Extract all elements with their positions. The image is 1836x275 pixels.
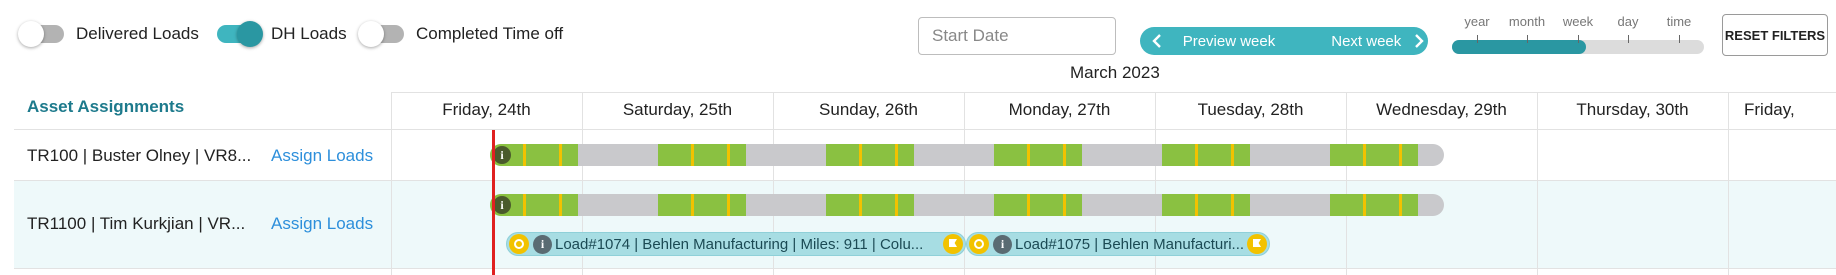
dh-timeline-bar[interactable]: i	[490, 144, 1444, 166]
previous-week-button[interactable]: Preview week	[1183, 33, 1276, 50]
day-header: Friday,	[1744, 100, 1795, 119]
month-title: March 2023	[1070, 63, 1160, 82]
day-header: Tuesday, 28th	[1197, 100, 1304, 119]
day-header: Friday, 24th	[442, 100, 531, 119]
toggle-switch[interactable]	[217, 21, 263, 47]
load-bar[interactable]: i Load#1075 | Behlen Manufacturi...	[966, 232, 1270, 256]
day-header: Wednesday, 29th	[1376, 100, 1507, 119]
zoom-option-week[interactable]: week	[1563, 14, 1593, 29]
reset-filters-button[interactable]: RESET FILTERS	[1722, 14, 1828, 56]
next-week-button[interactable]: Next week	[1331, 33, 1401, 50]
day-header: Sunday, 26th	[819, 100, 918, 119]
week-navigation: Preview week Next week	[1140, 27, 1428, 55]
load-label: Load#1074 | Behlen Manufacturing | Miles…	[555, 236, 924, 253]
toggle-switch[interactable]	[358, 21, 404, 47]
zoom-option-year[interactable]: year	[1464, 14, 1489, 29]
asset-row-name: TR1100 | Tim Kurkjian | VR...	[27, 214, 246, 233]
info-icon[interactable]: i	[493, 146, 511, 164]
dh-timeline-bar[interactable]: i	[490, 194, 1444, 216]
toggle-completed-time-off[interactable]: Completed Time off	[358, 21, 564, 47]
day-header: Thursday, 30th	[1576, 100, 1689, 119]
load-label: Load#1075 | Behlen Manufacturi...	[1015, 236, 1245, 253]
assign-loads-link[interactable]: Assign Loads	[271, 214, 373, 234]
asset-row-name: TR100 | Buster Olney | VR8...	[27, 146, 252, 165]
flag-icon	[1247, 234, 1267, 254]
day-header: Saturday, 25th	[622, 100, 733, 119]
toggle-dh-loads[interactable]: DH Loads	[217, 21, 347, 47]
asset-assignments-header: Asset Assignments	[27, 97, 185, 116]
zoom-slider[interactable]: year month week day time	[1452, 14, 1704, 56]
toggle-label: DH Loads	[271, 24, 347, 43]
info-icon[interactable]: i	[493, 196, 511, 214]
zoom-track[interactable]	[1452, 35, 1704, 54]
zoom-option-month[interactable]: month	[1509, 14, 1545, 29]
day-header: Monday, 27th	[1008, 100, 1111, 119]
chevron-left-icon[interactable]	[1148, 31, 1167, 51]
zoom-option-day[interactable]: day	[1618, 14, 1639, 29]
toggle-delivered-loads[interactable]: Delivered Loads	[18, 21, 199, 47]
current-time-indicator	[492, 130, 495, 275]
load-bar[interactable]: i Load#1074 | Behlen Manufacturing | Mil…	[506, 232, 966, 256]
info-icon[interactable]: i	[993, 235, 1012, 254]
flag-icon	[943, 234, 963, 254]
zoom-fill	[1452, 40, 1586, 54]
start-circle-icon	[969, 234, 989, 254]
toggle-label: Delivered Loads	[76, 24, 199, 43]
info-icon[interactable]: i	[533, 235, 552, 254]
toggle-label: Completed Time off	[416, 24, 564, 43]
chevron-right-icon[interactable]	[1409, 31, 1428, 51]
zoom-option-time[interactable]: time	[1667, 14, 1692, 29]
start-circle-icon	[509, 234, 529, 254]
start-date-input[interactable]	[918, 17, 1116, 55]
assign-loads-link[interactable]: Assign Loads	[271, 146, 373, 166]
toggle-switch[interactable]	[18, 21, 64, 47]
